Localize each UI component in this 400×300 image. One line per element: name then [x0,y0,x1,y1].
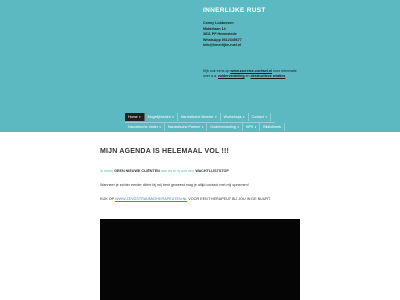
referral-text: KIJK OP [100,197,116,201]
nav-item-contact[interactable]: Contact ▾ [249,113,271,121]
nav-item-workshops[interactable]: Workshops ▾ [221,113,249,121]
referral-paragraph: KIJK OP WWW.ZEVGSTRAUMATHERAPEUTEN.NL VO… [100,197,271,202]
main-content: MIJN AGENDA IS HELEMAAL VOL !!! Ik neem … [100,148,300,201]
nav-label: Narcistische Partner [167,125,201,129]
contact-email[interactable]: info@innerlijke-rust.nl [203,43,242,49]
chevron-down-icon: ▾ [172,115,174,119]
nav-label: Home [128,115,138,119]
chevron-down-icon: ▾ [139,115,141,119]
notice-bold-waitlist: WACHTLIJSTSTOP [195,169,229,173]
nav-item-home[interactable]: Home ▾ [125,113,145,121]
chevron-down-icon: ▾ [159,125,161,129]
site-title[interactable]: INNERLIJKE RUST [203,7,266,14]
chevron-down-icon: ▾ [243,115,245,119]
contact-city: 3811 PP Heemstede [203,32,237,37]
note-link-topic-2[interactable]: destructieve relaties [251,74,286,78]
nav-item-ouderverstoting[interactable]: Ouderverstoting ▾ [207,123,243,131]
nav-label: Contact [251,115,264,119]
nav-row-secondary: Narcistische Vader ▾ Narcistische Partner… [125,122,285,131]
note-text: Kijk ook eens op [203,69,231,73]
notice-paragraph: Ik neem GEEN NIEUWE CLIËNTEN aan en er i… [100,169,229,174]
note-link-website[interactable]: www.zzorcise-contact.nl [230,69,272,73]
nav-label: Mogelijkheden [147,115,171,119]
chevron-down-icon: ▾ [254,125,257,129]
nav-label: Ouderverstoting [210,125,236,129]
video-player[interactable] [100,219,300,300]
chevron-down-icon: ▾ [237,125,239,129]
notice-bold-no-clients: GEEN NIEUWE CLIËNTEN [114,169,160,173]
nav-item-narcistische-vader[interactable]: Narcistische Vader ▾ [125,123,165,131]
info-note: Kijk ook eens op www.zzorcise-contact.nl… [203,69,303,80]
chevron-down-icon: ▾ [215,115,217,119]
notice-text-mid: aan en er is ook een [159,169,196,173]
former-clients-paragraph: Wanneer je echter eerder cliënt bij mij … [100,183,249,187]
nav-label: Narcistische Moeder [180,115,214,119]
referral-text-post: VOOR EEN THERAPEUT BIJ JOU IN DE BUURT. [187,197,271,201]
nav-label: Workshops [223,115,242,119]
nav-item-mogelijkheden[interactable]: Mogelijkheden ▾ [145,113,178,121]
page-title: MIJN AGENDA IS HELEMAAL VOL !!! [100,148,230,155]
nav-row-primary: Home ▾ Mogelijkheden ▾ Narcistische Moeder… [125,113,275,121]
contact-details: Conny Lubbersen Middelaan 14 3811 PP Hee… [203,21,242,49]
main-navigation: Home ▾ Mogelijkheden ▾ Narcistische Moeder… [125,113,285,131]
nav-item-nps[interactable]: NPS ▾ [243,123,261,131]
chevron-down-icon: ▾ [201,125,204,129]
nav-item-narcistische-partner[interactable]: Narcistische Partner ▾ [165,123,208,131]
nav-item-narcistische-moeder[interactable]: Narcistische Moeder ▾ [178,113,221,121]
notice-text: Ik neem [100,169,115,173]
referral-link[interactable]: WWW.ZEVGSTRAUMATHERAPEUTEN.NL [115,197,187,201]
nav-label: Bibliotheek [263,125,281,129]
nav-item-bibliotheek[interactable]: Bibliotheek [260,123,285,131]
chevron-down-icon: ▾ [265,115,267,119]
note-link-topic-1[interactable]: zuiderverdeling [218,74,245,78]
nav-label: NPS [245,125,254,129]
nav-label: Narcistische Vader [128,125,158,129]
site-header: INNERLIJKE RUST Conny Lubbersen Middelaa… [0,0,400,132]
